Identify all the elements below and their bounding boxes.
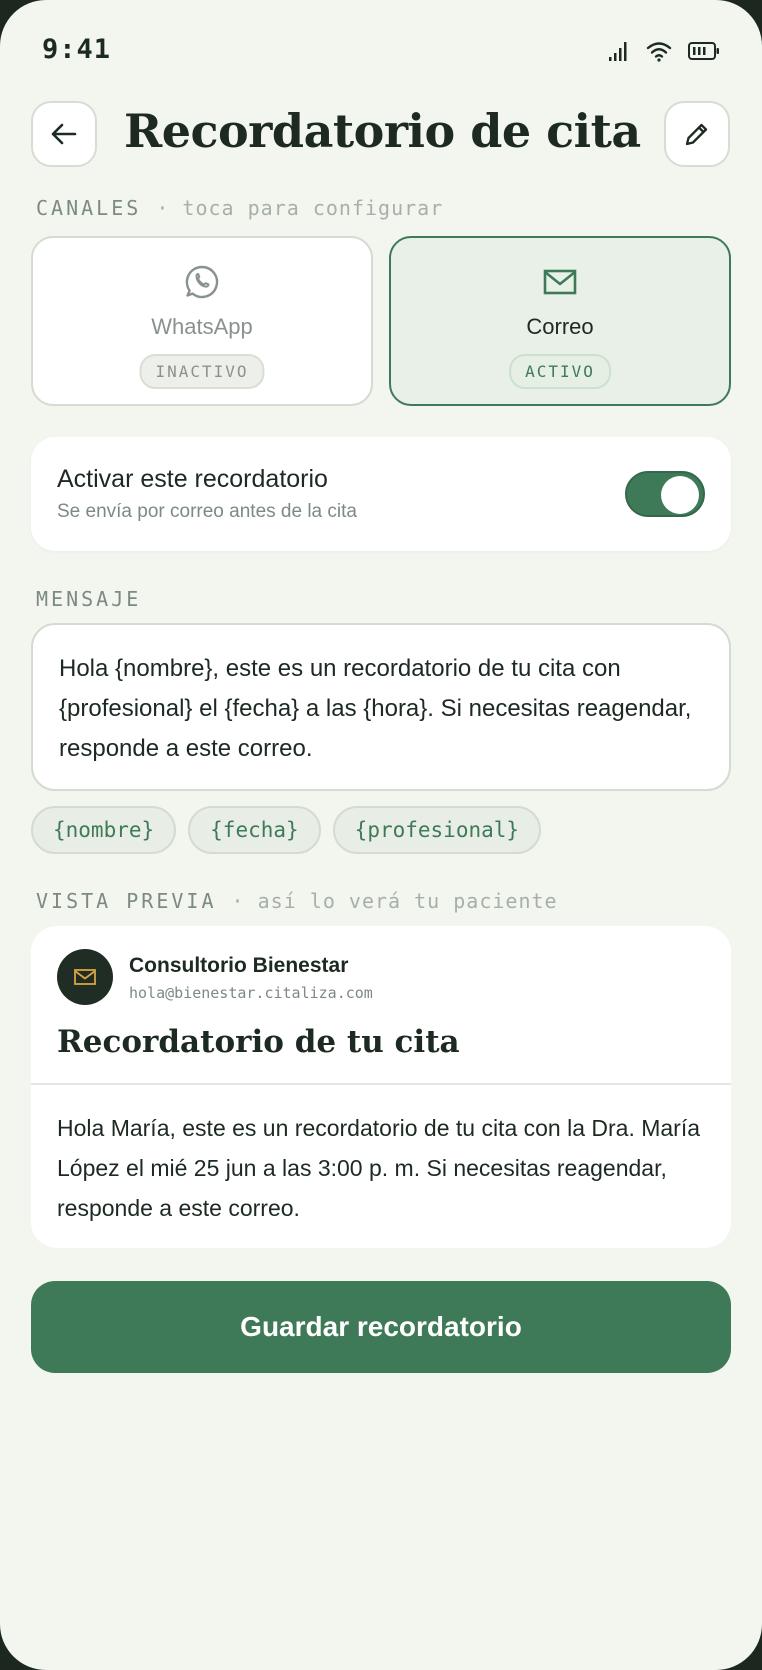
email-preview-card: Consultorio Bienestar hola@bienestar.cit… xyxy=(31,926,731,1248)
avatar xyxy=(57,949,113,1005)
reminder-screen: 9:41 Recordatorio de cita CANALES · toca… xyxy=(0,0,762,1670)
channels-hint: · toca para configurar xyxy=(156,196,444,220)
preview-label: VISTA PREVIA · así lo verá tu paciente xyxy=(36,889,558,913)
status-icons xyxy=(608,40,720,67)
channel-name: WhatsApp xyxy=(151,314,253,339)
sender-name: Consultorio Bienestar xyxy=(129,954,349,977)
whatsapp-icon xyxy=(185,265,219,299)
email-subject: Recordatorio de tu cita xyxy=(57,1024,460,1060)
pencil-icon xyxy=(685,123,708,146)
channel-card-email[interactable]: Correo ACTIVO xyxy=(389,236,731,406)
chip-profesional[interactable]: {profesional} xyxy=(332,806,542,854)
chip-fecha[interactable]: {fecha} xyxy=(188,806,321,854)
toggle-knob xyxy=(661,476,699,514)
mail-icon xyxy=(543,269,577,295)
preview-hint: · así lo verá tu paciente xyxy=(231,889,558,913)
channels-label-text: CANALES xyxy=(36,196,142,220)
back-button[interactable] xyxy=(31,101,97,167)
channel-name: Correo xyxy=(526,314,594,339)
activation-toggle[interactable] xyxy=(625,471,705,517)
email-body: Hola María, este es un recordatorio de t… xyxy=(57,1115,701,1221)
channel-status-badge: ACTIVO xyxy=(509,354,611,389)
chip-nombre[interactable]: {nombre} xyxy=(31,806,177,854)
mail-icon xyxy=(74,969,96,985)
channels-label: CANALES · toca para configurar xyxy=(36,196,443,220)
activation-card: Activar este recordatorio Se envía por c… xyxy=(31,437,731,551)
channel-card-whatsapp[interactable]: WhatsApp INACTIVO xyxy=(31,236,373,406)
save-button[interactable]: Guardar recordatorio xyxy=(31,1281,731,1373)
variable-chips: {nombre} {fecha} {profesional} xyxy=(31,806,542,854)
wifi-icon xyxy=(646,40,672,67)
arrow-left-icon xyxy=(51,123,77,145)
sender-email: hola@bienestar.citaliza.com xyxy=(129,984,373,1002)
battery-icon xyxy=(688,41,720,66)
message-label: MENSAJE xyxy=(36,587,142,611)
activation-subtitle: Se envía por correo antes de la cita xyxy=(57,501,357,522)
signal-icon xyxy=(608,40,630,67)
status-time: 9:41 xyxy=(42,34,112,65)
edit-button[interactable] xyxy=(664,101,730,167)
channel-status-badge: INACTIVO xyxy=(139,354,265,389)
preview-label-text: VISTA PREVIA xyxy=(36,889,217,913)
page-title: Recordatorio de cita xyxy=(124,104,641,158)
divider xyxy=(31,1083,731,1085)
message-textarea[interactable]: Hola {nombre}, este es un recordatorio d… xyxy=(31,623,731,791)
activation-title: Activar este recordatorio xyxy=(57,465,328,493)
